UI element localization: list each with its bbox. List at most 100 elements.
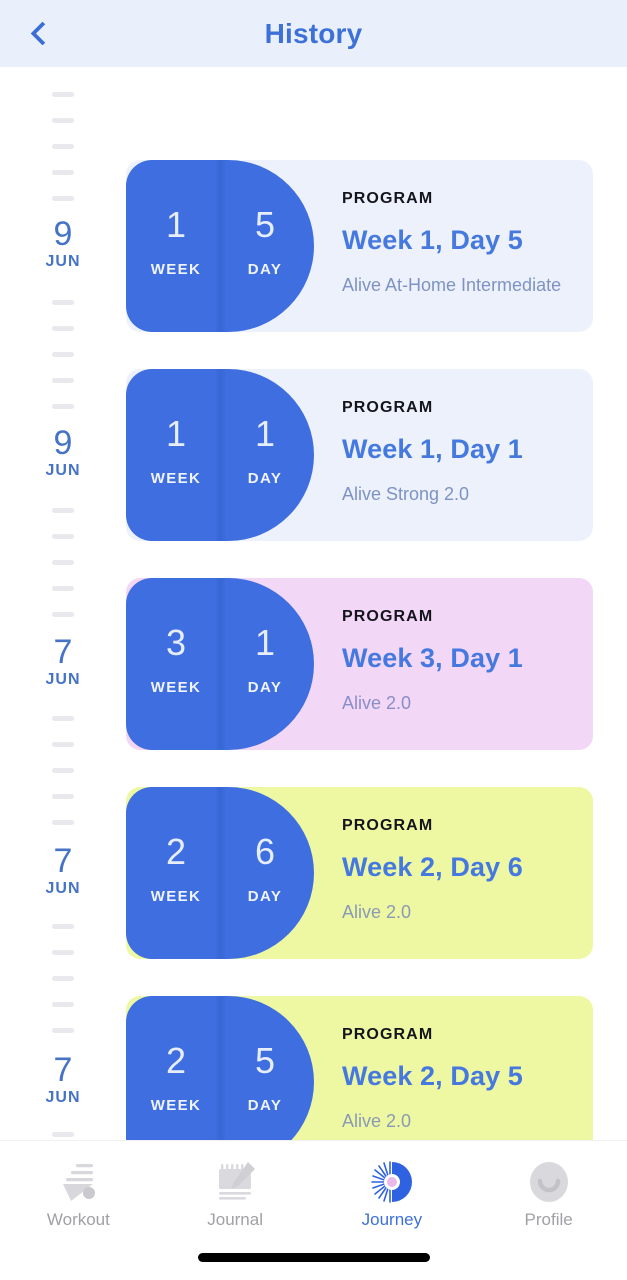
card-subtitle: Alive 2.0 <box>342 1111 412 1131</box>
page-title: History <box>264 17 363 49</box>
card-kicker: PROGRAM <box>342 190 434 207</box>
timeline-dash <box>52 534 74 539</box>
card-subtitle: Alive 2.0 <box>342 693 412 713</box>
date-month: JUN <box>45 880 81 897</box>
day-number: 6 <box>254 831 276 872</box>
card-title: Week 1, Day 5 <box>342 225 523 255</box>
timeline-dash <box>52 976 74 981</box>
date-month: JUN <box>45 253 81 270</box>
nav-label: Journal <box>207 1209 263 1229</box>
date-day: 9 <box>53 424 73 462</box>
day-caption: DAY <box>247 470 283 487</box>
day-number: 5 <box>254 1040 276 1081</box>
card-kicker: PROGRAM <box>342 399 434 416</box>
timeline-dash <box>52 1002 74 1007</box>
history-list[interactable]: 9 JUN 9 JUN 7 JUN 7 JUN 7 JUN 1 WEEK 5 DAY PROGRAM Wee… <box>0 67 627 1140</box>
timeline-dash <box>52 924 74 929</box>
history-card[interactable]: 1 WEEK 1 DAY PROGRAM Week 1, Day 1 Alive Stron… <box>126 369 593 541</box>
card-title: Week 1, Day 1 <box>342 434 523 464</box>
card-subtitle: Alive At-Home Intermediate <box>342 275 562 295</box>
workout-arrow-icon <box>55 1159 101 1205</box>
chevron-left-icon <box>29 21 55 46</box>
card-kicker: PROGRAM <box>342 1026 434 1043</box>
timeline-rail: 9 JUN 9 JUN 7 JUN 7 JUN 7 JUN <box>0 67 126 1140</box>
timeline-date: 7 JUN <box>0 634 126 689</box>
nav-item-profile[interactable]: Profile <box>470 1141 627 1241</box>
timeline-dash <box>52 950 74 955</box>
week-caption: WEEK <box>150 679 202 696</box>
home-indicator <box>197 1253 430 1262</box>
timeline-dash <box>52 612 74 617</box>
card-title: Week 3, Day 1 <box>342 643 523 673</box>
timeline-date: 9 JUN <box>0 216 126 271</box>
day-number: 1 <box>254 622 276 663</box>
day-caption: DAY <box>247 888 283 905</box>
app-header: History <box>0 0 627 67</box>
card-text-block: PROGRAM Week 2, Day 5 Alive 2.0 <box>342 1026 579 1132</box>
date-month: JUN <box>45 671 81 688</box>
day-caption: DAY <box>247 261 283 278</box>
back-button[interactable] <box>14 0 70 67</box>
card-text-block: PROGRAM Week 1, Day 5 Alive At-Home Interm… <box>342 190 579 296</box>
timeline-dash <box>52 170 74 175</box>
timeline-dash <box>52 144 74 149</box>
week-day-badge: 1 WEEK 5 DAY <box>126 160 314 332</box>
card-kicker: PROGRAM <box>342 608 434 625</box>
timeline-dash <box>52 560 74 565</box>
timeline-dash <box>52 508 74 513</box>
nav-item-journey[interactable]: Journey <box>314 1141 471 1241</box>
bottom-navigation: Workout Journal Journey Profile <box>0 1140 627 1280</box>
history-card[interactable]: 2 WEEK 6 DAY PROGRAM Week 2, Day 6 Alive 2.0 <box>126 787 593 959</box>
history-card[interactable]: 1 WEEK 5 DAY PROGRAM Week 1, Day 5 Alive At-Ho… <box>126 160 593 332</box>
timeline-dash <box>52 404 74 409</box>
timeline-date: 7 JUN <box>0 1052 126 1107</box>
profile-avatar-icon <box>526 1159 572 1205</box>
week-caption: WEEK <box>150 470 202 487</box>
week-caption: WEEK <box>150 1097 202 1114</box>
card-text-block: PROGRAM Week 2, Day 6 Alive 2.0 <box>342 817 579 923</box>
date-day: 9 <box>53 215 73 253</box>
timeline-dash <box>52 742 74 747</box>
timeline-dash <box>52 300 74 305</box>
timeline-dash <box>52 1132 74 1137</box>
nav-item-workout[interactable]: Workout <box>0 1141 157 1241</box>
timeline-dash <box>52 378 74 383</box>
week-caption: WEEK <box>150 888 202 905</box>
day-number: 5 <box>254 204 276 245</box>
week-day-badge: 2 WEEK 5 DAY <box>126 996 314 1140</box>
week-number: 2 <box>165 1040 187 1081</box>
card-text-block: PROGRAM Week 3, Day 1 Alive 2.0 <box>342 608 579 714</box>
date-day: 7 <box>53 633 73 671</box>
week-day-badge: 1 WEEK 1 DAY <box>126 369 314 541</box>
journey-sunburst-icon <box>369 1159 415 1205</box>
nav-item-journal[interactable]: Journal <box>157 1141 314 1241</box>
history-card[interactable]: 3 WEEK 1 DAY PROGRAM Week 3, Day 1 Alive 2.0 <box>126 578 593 750</box>
timeline-date: 7 JUN <box>0 843 126 898</box>
timeline-dash <box>52 768 74 773</box>
timeline-dash <box>52 352 74 357</box>
timeline-dash <box>52 794 74 799</box>
day-caption: DAY <box>247 1097 283 1114</box>
nav-label: Profile <box>524 1209 573 1229</box>
card-subtitle: Alive 2.0 <box>342 902 412 922</box>
timeline-date: 9 JUN <box>0 425 126 480</box>
timeline-dash <box>52 586 74 591</box>
history-screen: History 9 JUN 9 JUN 7 JUN 7 JUN 7 JUN 1 WEEK 5 DAY PR… <box>0 0 627 1280</box>
week-day-badge: 2 WEEK 6 DAY <box>126 787 314 959</box>
week-number: 1 <box>165 413 187 454</box>
nav-label: Journey <box>361 1209 423 1229</box>
timeline-dash <box>52 92 74 97</box>
timeline-dash <box>52 1028 74 1033</box>
day-number: 1 <box>254 413 276 454</box>
date-month: JUN <box>45 1089 81 1106</box>
card-subtitle: Alive Strong 2.0 <box>342 484 470 504</box>
week-number: 3 <box>165 622 187 663</box>
week-number: 1 <box>165 204 187 245</box>
date-day: 7 <box>53 842 73 880</box>
card-title: Week 2, Day 6 <box>342 852 523 882</box>
card-title: Week 2, Day 5 <box>342 1061 523 1091</box>
timeline-dash <box>52 196 74 201</box>
timeline-dash <box>52 326 74 331</box>
date-day: 7 <box>53 1051 73 1089</box>
history-card[interactable]: 2 WEEK 5 DAY PROGRAM Week 2, Day 5 Alive 2.0 <box>126 996 593 1140</box>
